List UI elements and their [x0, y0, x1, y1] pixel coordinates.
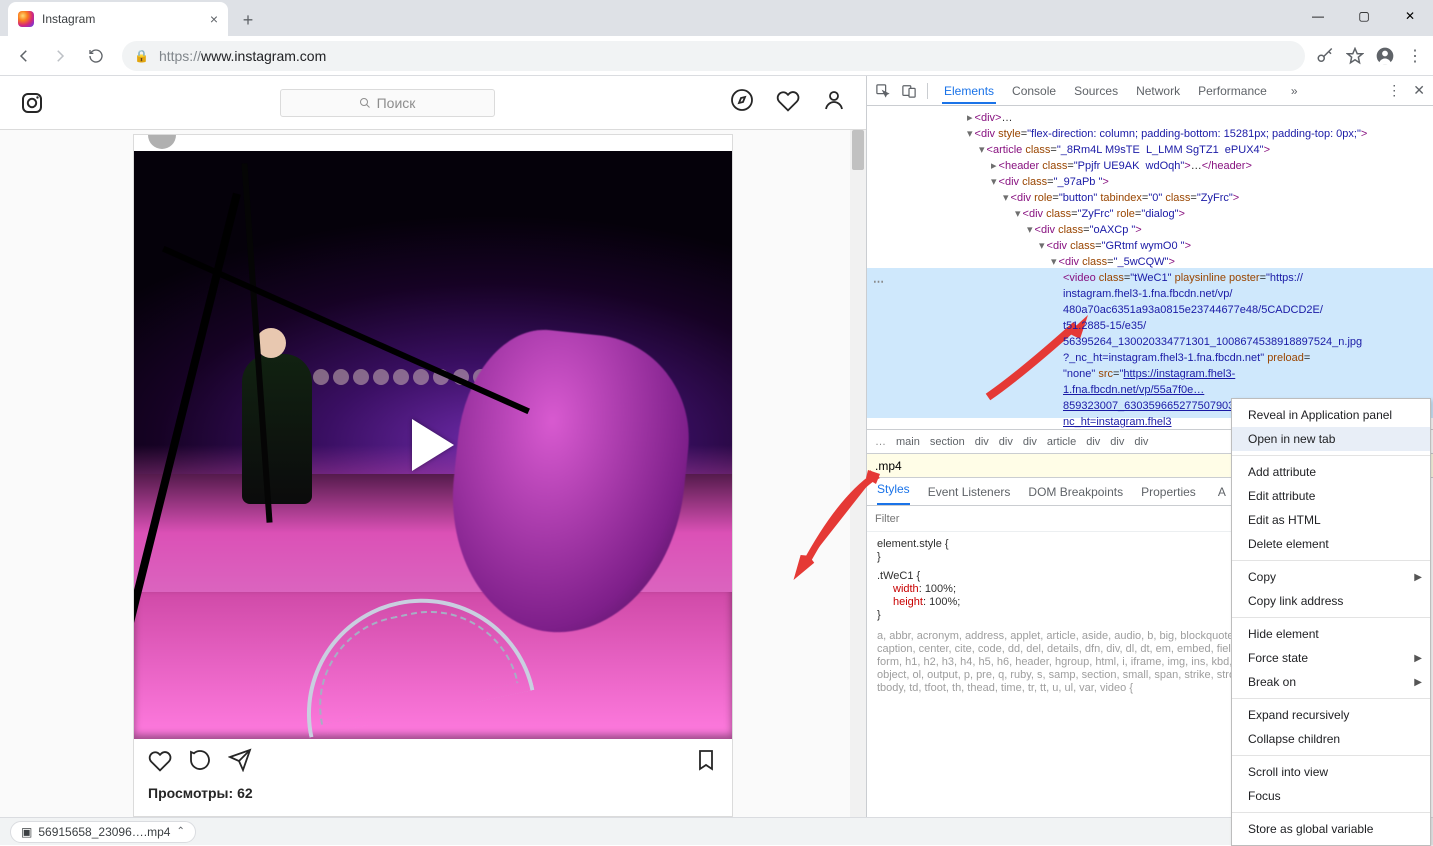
- address-input[interactable]: 🔒 https://www.instagram.com: [122, 41, 1305, 71]
- window-maximize-icon[interactable]: ▢: [1341, 0, 1387, 32]
- tab-sources[interactable]: Sources: [1072, 78, 1120, 104]
- tab-performance[interactable]: Performance: [1196, 78, 1269, 104]
- subtab-dombp[interactable]: DOM Breakpoints: [1028, 485, 1123, 499]
- explore-compass-icon[interactable]: [730, 88, 754, 117]
- nav-reload-icon[interactable]: [80, 40, 112, 72]
- chevron-up-icon[interactable]: ⌃: [176, 826, 184, 837]
- ctx-collapse[interactable]: Collapse children: [1232, 727, 1430, 751]
- play-icon[interactable]: [412, 419, 454, 471]
- window-minimize-icon[interactable]: —: [1295, 0, 1341, 32]
- ctx-copy-link[interactable]: Copy link address: [1232, 589, 1430, 613]
- devtools-close-icon[interactable]: ✕: [1413, 82, 1425, 99]
- nav-back-icon[interactable]: [8, 40, 40, 72]
- ctx-edit-html[interactable]: Edit as HTML: [1232, 508, 1430, 532]
- instagram-page: Поиск: [0, 76, 866, 817]
- ctx-break-on[interactable]: Break on▶: [1232, 670, 1430, 694]
- tab-elements[interactable]: Elements: [942, 78, 996, 104]
- lock-icon: 🔒: [134, 49, 149, 63]
- chrome-menu-icon[interactable]: ⋮: [1405, 46, 1425, 66]
- instagram-logo-icon[interactable]: [20, 91, 44, 115]
- subtab-listeners[interactable]: Event Listeners: [928, 485, 1011, 499]
- profile-icon[interactable]: [822, 88, 846, 117]
- instagram-favicon: [18, 11, 34, 27]
- password-key-icon[interactable]: [1315, 46, 1335, 66]
- subtab-properties[interactable]: Properties: [1141, 485, 1196, 499]
- ctx-open-new-tab[interactable]: Open in new tab: [1232, 427, 1430, 451]
- ctx-hide-element[interactable]: Hide element: [1232, 622, 1430, 646]
- share-plane-icon[interactable]: [228, 748, 252, 777]
- ctx-force-state[interactable]: Force state▶: [1232, 646, 1430, 670]
- downloads-bar: ▣ 56915658_23096….mp4 ⌃: [0, 817, 1433, 845]
- like-heart-icon[interactable]: [148, 748, 172, 777]
- comment-bubble-icon[interactable]: [188, 748, 212, 777]
- inspect-element-icon[interactable]: [875, 83, 891, 99]
- tab-network[interactable]: Network: [1134, 78, 1182, 104]
- tab-close-icon[interactable]: ×: [210, 11, 218, 27]
- download-filename: 56915658_23096….mp4: [38, 825, 170, 839]
- url-text: https://www.instagram.com: [159, 48, 326, 64]
- context-menu: Reveal in Application panel Open in new …: [1231, 398, 1431, 846]
- post-actions: [134, 739, 732, 785]
- save-bookmark-icon[interactable]: [694, 748, 718, 777]
- download-chip[interactable]: ▣ 56915658_23096….mp4 ⌃: [10, 821, 196, 843]
- ctx-focus[interactable]: Focus: [1232, 784, 1430, 808]
- window-titlebar: Instagram × + — ▢ ✕: [0, 0, 1433, 36]
- instagram-nav: [730, 88, 846, 117]
- new-tab-button[interactable]: +: [234, 6, 262, 34]
- avatar[interactable]: [148, 135, 176, 149]
- post-card: Просмотры: 62: [133, 134, 733, 817]
- subtab-styles[interactable]: Styles: [877, 478, 910, 505]
- activity-heart-icon[interactable]: [776, 88, 800, 117]
- ctx-add-attribute[interactable]: Add attribute: [1232, 460, 1430, 484]
- profile-avatar-icon[interactable]: [1375, 46, 1395, 66]
- devtools-menu-icon[interactable]: ⋮: [1387, 82, 1401, 99]
- views-count: Просмотры: 62: [134, 785, 732, 811]
- devtools-tabs: Elements Console Sources Network Perform…: [942, 78, 1298, 104]
- ctx-store-global[interactable]: Store as global variable: [1232, 817, 1430, 841]
- instagram-header: Поиск: [0, 76, 866, 130]
- dom-tree[interactable]: ⋯ ▸<div>… ▾<div style="flex-direction: c…: [867, 106, 1433, 430]
- device-toggle-icon[interactable]: [901, 83, 917, 99]
- tabs-overflow-icon[interactable]: »: [1291, 84, 1298, 98]
- ctx-expand[interactable]: Expand recursively: [1232, 703, 1430, 727]
- bookmark-star-icon[interactable]: [1345, 46, 1365, 66]
- devtools-toolbar: Elements Console Sources Network Perform…: [867, 76, 1433, 106]
- ctx-delete-element[interactable]: Delete element: [1232, 532, 1430, 556]
- ctx-reveal-app[interactable]: Reveal in Application panel: [1232, 403, 1430, 427]
- instagram-search-input[interactable]: Поиск: [280, 89, 495, 117]
- search-icon: [359, 97, 371, 109]
- nav-forward-icon[interactable]: [44, 40, 76, 72]
- page-scrollbar[interactable]: [850, 130, 866, 817]
- instagram-feed[interactable]: Просмотры: 62: [0, 130, 866, 817]
- content-area: Поиск: [0, 76, 1433, 817]
- post-header-slice: [134, 135, 732, 151]
- tab-console[interactable]: Console: [1010, 78, 1058, 104]
- tab-title: Instagram: [42, 12, 95, 26]
- browser-tab-active[interactable]: Instagram ×: [8, 2, 228, 36]
- browser-tabs: Instagram × +: [0, 0, 262, 36]
- ctx-copy[interactable]: Copy▶: [1232, 565, 1430, 589]
- file-video-icon: ▣: [21, 825, 32, 839]
- ctx-edit-attribute[interactable]: Edit attribute: [1232, 484, 1430, 508]
- search-placeholder: Поиск: [377, 95, 416, 111]
- window-controls: — ▢ ✕: [1295, 0, 1433, 32]
- address-bar: 🔒 https://www.instagram.com ⋮: [0, 36, 1433, 76]
- post-video[interactable]: [134, 151, 732, 739]
- window-close-icon[interactable]: ✕: [1387, 0, 1433, 32]
- ctx-scroll-view[interactable]: Scroll into view: [1232, 760, 1430, 784]
